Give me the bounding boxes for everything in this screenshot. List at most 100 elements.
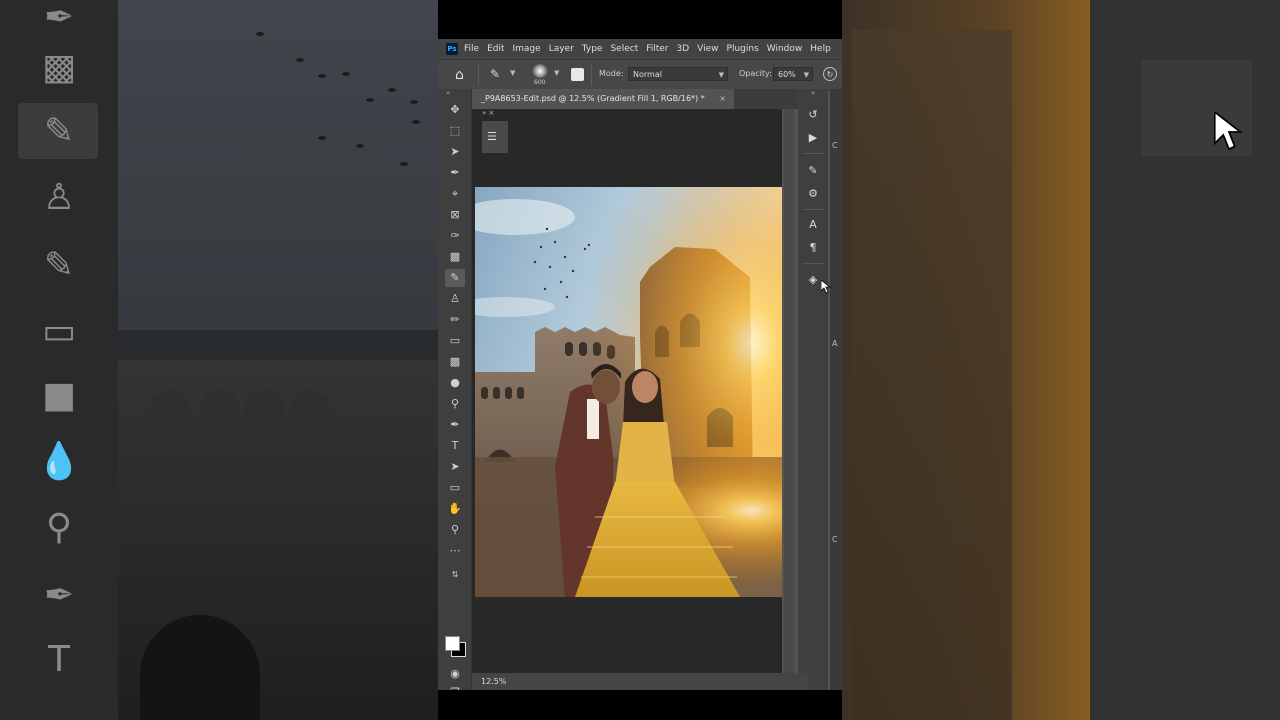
bg-type-icon: T <box>48 639 70 680</box>
zoom-icon[interactable]: ⚲ <box>445 521 465 539</box>
bg-history-brush-icon: ✎ <box>43 245 75 286</box>
paragraph-icon[interactable]: ¶ <box>805 240 821 256</box>
brush-icon[interactable]: ✎ <box>445 269 465 287</box>
ellipsis-icon[interactable]: ⋯ <box>445 542 465 560</box>
mouse-cursor-icon <box>821 280 831 294</box>
menu-window[interactable]: Window <box>767 44 803 54</box>
collapse-icon[interactable]: » <box>446 89 450 97</box>
healing-icon[interactable]: ▩ <box>445 248 465 266</box>
frame-icon[interactable]: ⊠ <box>445 206 465 224</box>
background-toolbar: ✒ ▩ ✎ ♙ ✎ ▭ ■ 💧 ⚲ ✒ T <box>0 0 118 720</box>
bg-gradient-icon: ■ <box>41 375 76 416</box>
menu-layer[interactable]: Layer <box>549 44 574 54</box>
bg-brush-icon: ✎ <box>43 111 75 152</box>
eyedropper-icon[interactable]: ✑ <box>445 227 465 245</box>
brush-size: 600 <box>534 79 546 86</box>
play-actions-icon[interactable]: ▶ <box>805 130 821 146</box>
quick-select-icon[interactable]: ✒ <box>445 164 465 182</box>
bg-eyedropper-icon: ✒ <box>43 0 75 38</box>
opacity-field[interactable]: 60% ▼ <box>773 67 813 81</box>
brush-tip-preview[interactable] <box>532 64 548 78</box>
stamp-icon[interactable]: ♙ <box>445 290 465 308</box>
panel-dock: « ↺ ▶ ✎ ⚙ A ¶ ◈ <box>798 89 828 690</box>
bg-pen-icon: ✒ <box>43 575 75 616</box>
rectangle-icon[interactable]: ▭ <box>445 479 465 497</box>
foreground-color-swatch[interactable] <box>445 636 460 651</box>
history-brush-icon[interactable]: ✏ <box>445 311 465 329</box>
panel-label: C <box>832 535 838 544</box>
bg-stamp-icon: ♙ <box>42 177 76 218</box>
document-tab[interactable]: _P9A8653-Edit.psd @ 12.5% (Gradient Fill… <box>472 89 734 109</box>
tools-panel: » ✥ ⬚ ➤ ✒ ⌖ ⊠ ✑ ▩ ✎ ♙ ✏ ▭ ▩ ● ⚲ ✒ T ➤ ▭ … <box>438 89 472 690</box>
pen-icon[interactable]: ✒ <box>445 416 465 434</box>
home-icon[interactable]: ⌂ <box>455 67 464 83</box>
swap-colors-icon[interactable]: ⇅ <box>445 566 465 584</box>
adjustments-icon[interactable]: ⚙ <box>805 186 821 202</box>
menu-plugins[interactable]: Plugins <box>727 44 759 54</box>
character-icon[interactable]: A <box>805 217 821 233</box>
panel-label: A <box>832 339 838 348</box>
background-cursor-icon <box>1214 112 1243 151</box>
menu-type[interactable]: Type <box>582 44 603 54</box>
menu-filter[interactable]: Filter <box>646 44 668 54</box>
menu-image[interactable]: Image <box>513 44 541 54</box>
history-icon[interactable]: ↺ <box>805 107 821 123</box>
menu-edit[interactable]: Edit <box>487 44 504 54</box>
bg-healing-icon: ▩ <box>41 47 76 88</box>
menu-3d[interactable]: 3D <box>677 44 690 54</box>
background-blur-right <box>842 0 1280 720</box>
document-image[interactable] <box>475 187 782 597</box>
color-swatches[interactable] <box>445 636 467 658</box>
gradient-icon[interactable]: ▩ <box>445 353 465 371</box>
expand-panels-icon[interactable]: « <box>798 89 828 97</box>
panel-header: » × <box>482 109 495 117</box>
photo-couple-monument <box>475 187 782 597</box>
status-bar: 12.5% <box>472 673 808 690</box>
bg-blur-icon: 💧 <box>36 441 82 482</box>
adjustments-sliders-icon[interactable]: ☰ <box>487 130 497 143</box>
panel-label: C <box>832 141 838 150</box>
path-select-icon[interactable]: ➤ <box>445 458 465 476</box>
options-bar: ⌂ ✎ ▼ 600 ▼ Mode: Normal ▼ Opacity: 60% … <box>438 59 842 91</box>
quick-mask-icon[interactable]: ◉ <box>445 665 465 683</box>
opacity-label: Opacity: <box>739 69 772 78</box>
pressure-opacity-icon[interactable]: ↻ <box>823 67 837 81</box>
vertical-scrollbar[interactable] <box>784 109 794 673</box>
dodge-icon[interactable]: ⚲ <box>445 395 465 413</box>
brush-settings-panel-icon[interactable] <box>571 68 584 81</box>
chevron-down-icon[interactable]: ▼ <box>510 69 515 77</box>
brush-settings-icon[interactable]: ✎ <box>805 163 821 179</box>
crop-icon[interactable]: ⌖ <box>445 185 465 203</box>
move-icon[interactable]: ✥ <box>445 101 465 119</box>
opacity-value: 60% <box>778 70 796 79</box>
screen-mode-icon[interactable]: ❐ <box>445 684 465 690</box>
bg-eraser-icon: ▭ <box>41 311 76 352</box>
eraser-icon[interactable]: ▭ <box>445 332 465 350</box>
hand-icon[interactable]: ✋ <box>445 500 465 518</box>
brush-preset-icon[interactable]: ✎ <box>490 67 500 81</box>
chevron-down-icon: ▼ <box>803 71 809 79</box>
photoshop-logo-icon: Ps <box>446 43 458 55</box>
properties-mini-panel: » × ☰ <box>482 109 508 153</box>
close-icon[interactable]: × <box>719 89 726 109</box>
background-blur-left: ✒ ▩ ✎ ♙ ✎ ▭ ■ 💧 ⚲ ✒ T <box>0 0 438 720</box>
mode-label: Mode: <box>599 69 624 78</box>
blur-icon[interactable]: ● <box>445 374 465 392</box>
mode-value: Normal <box>633 70 662 79</box>
layers-icon[interactable]: ◈ <box>805 272 821 288</box>
chevron-down-icon[interactable]: ▼ <box>554 69 559 77</box>
menu-help[interactable]: Help <box>810 44 831 54</box>
menu-file[interactable]: File <box>464 44 479 54</box>
type-icon[interactable]: T <box>445 437 465 455</box>
collapsed-side-panel: C A C <box>830 89 842 690</box>
mode-select[interactable]: Normal ▼ <box>628 67 728 81</box>
marquee-icon[interactable]: ⬚ <box>445 122 465 140</box>
menu-select[interactable]: Select <box>610 44 638 54</box>
menu-view[interactable]: View <box>697 44 718 54</box>
chevron-down-icon: ▼ <box>718 71 724 79</box>
lasso-icon[interactable]: ➤ <box>445 143 465 161</box>
document-tab-bar: _P9A8653-Edit.psd @ 12.5% (Gradient Fill… <box>472 89 808 109</box>
bg-dodge-icon: ⚲ <box>45 507 73 548</box>
document-title: _P9A8653-Edit.psd @ 12.5% (Gradient Fill… <box>481 94 705 103</box>
zoom-level: 12.5% <box>481 677 507 686</box>
